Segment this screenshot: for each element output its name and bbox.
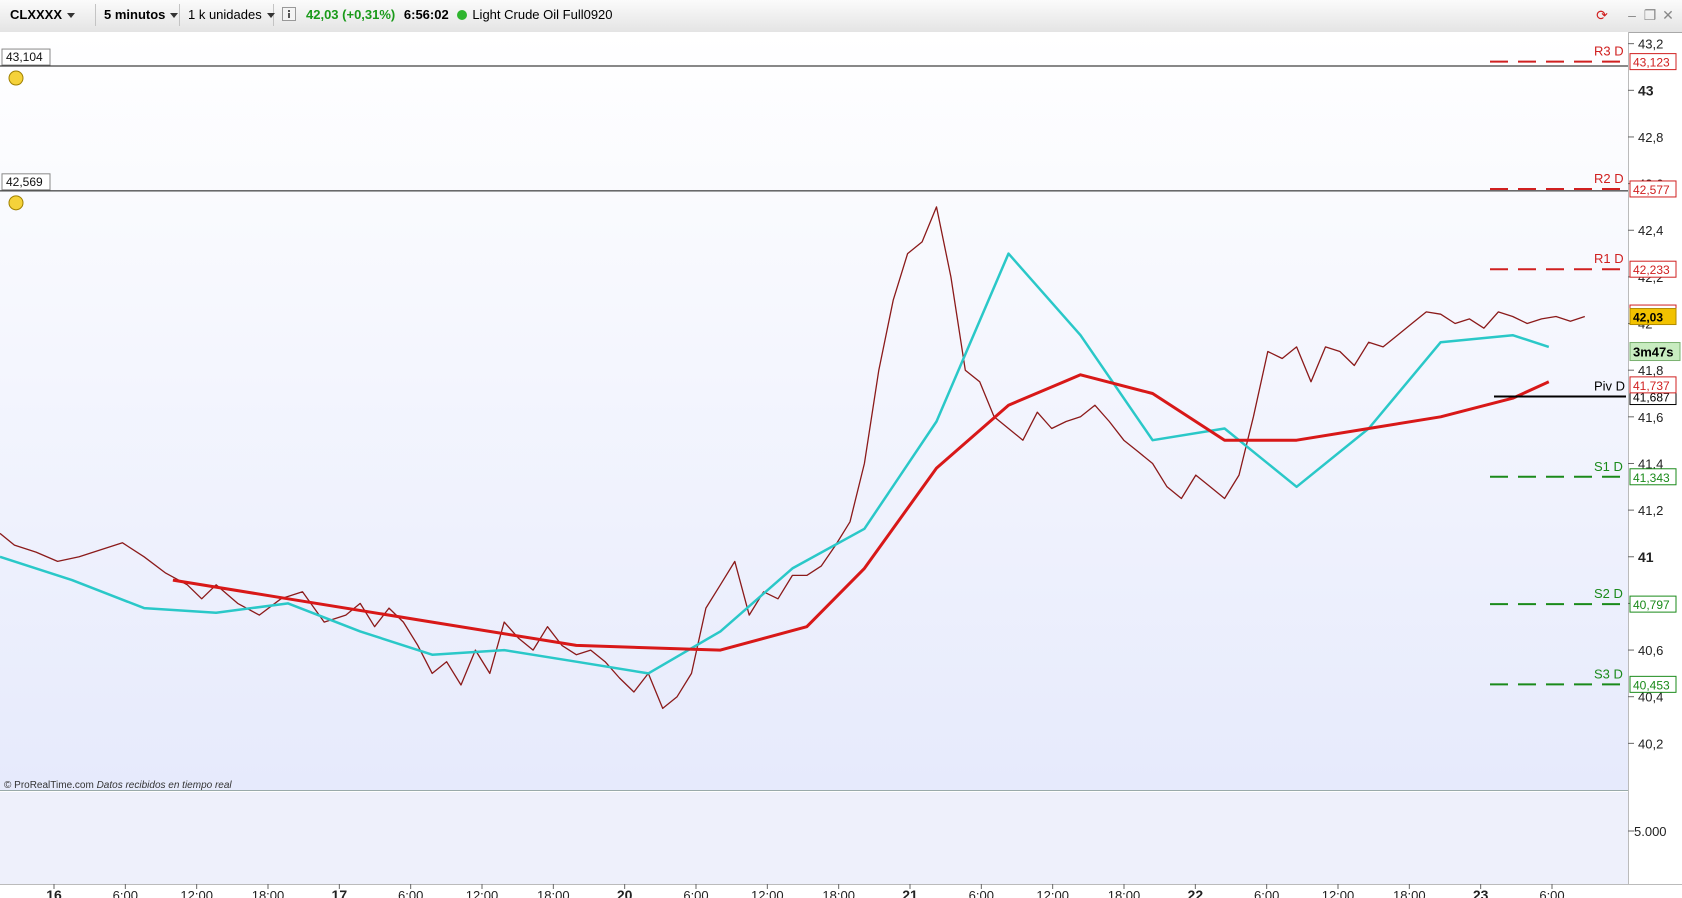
time-tick-label: 6:00 xyxy=(969,888,994,898)
live-status-icon xyxy=(457,10,468,20)
pivot-level-name: R2 D xyxy=(1594,171,1624,186)
time-tick-label: 20 xyxy=(617,887,633,898)
chevron-down-icon xyxy=(170,13,179,19)
countdown-label: 3m47s xyxy=(1633,345,1673,360)
time-tick-label: 18:00 xyxy=(1393,888,1426,898)
price-tick-label: 41,6 xyxy=(1638,410,1663,425)
time-tick-label: 21 xyxy=(902,887,918,898)
time-tick-label: 18:00 xyxy=(537,888,570,898)
time-tick-label: 12:00 xyxy=(466,888,499,898)
units-dropdown[interactable]: 1 k unidades xyxy=(182,4,275,26)
price-tick-label: 40,2 xyxy=(1638,736,1663,751)
pivot-level-name: R3 D xyxy=(1594,44,1624,59)
alert-label: 43,104 xyxy=(6,50,43,64)
price-change: 42,03 (+0,31%) xyxy=(306,7,396,22)
time-tick-label: 6:00 xyxy=(398,888,423,898)
bell-icon[interactable] xyxy=(8,195,24,211)
time-tick-label: 18:00 xyxy=(252,888,285,898)
price-tick-label: 41,8 xyxy=(1638,363,1663,378)
time-tick-label: 12:00 xyxy=(180,888,213,898)
time-tick-label: 6:00 xyxy=(113,888,138,898)
time-tick-label: 12:00 xyxy=(1322,888,1355,898)
time-tick-label: 6:00 xyxy=(683,888,708,898)
quote-time: 6:56:02 xyxy=(403,7,449,22)
time-tick-label: 22 xyxy=(1188,887,1204,898)
pivot-level-name: Piv D xyxy=(1594,379,1625,394)
price-label: 42,03 xyxy=(1633,311,1663,325)
info-icon[interactable] xyxy=(278,4,302,26)
volume-panel-background xyxy=(0,792,1628,884)
pivot-level-name: S1 D xyxy=(1594,459,1623,474)
source-credit: © ProRealTime.com Datos recibidos en tie… xyxy=(4,780,232,791)
price-tick-label: 41 xyxy=(1638,549,1654,565)
alert-label: 42,569 xyxy=(6,175,43,189)
time-tick-label: 16 xyxy=(46,887,62,898)
time-tick-label: 18:00 xyxy=(822,888,855,898)
quote-summary: 42,03 (+0,31%) 6:56:02 Light Crude Oil F… xyxy=(300,4,619,26)
pivot-price-label: 42,233 xyxy=(1633,263,1670,277)
instrument-name: Light Crude Oil Full0920 xyxy=(472,7,613,22)
restore-icon[interactable]: ❐ xyxy=(1642,7,1658,23)
time-tick-label: 17 xyxy=(332,887,348,898)
pivot-level-name: R1 D xyxy=(1594,251,1624,266)
price-tick-label: 43 xyxy=(1638,82,1654,98)
time-tick-label: 12:00 xyxy=(751,888,784,898)
pivot-level-name: S2 D xyxy=(1594,586,1623,601)
pivot-level-name: S3 D xyxy=(1594,666,1623,681)
price-label: 41,737 xyxy=(1633,379,1670,393)
chart-toolbar: CLXXXX 5 minutos 1 k unidades 42,03 (+0,… xyxy=(0,0,1682,33)
price-tick-label: 40,6 xyxy=(1638,643,1663,658)
price-tick-label: 42,8 xyxy=(1638,130,1663,145)
symbol-dropdown[interactable]: CLXXXX xyxy=(4,4,96,26)
pivot-price-label: 42,577 xyxy=(1633,183,1670,197)
price-tick-label: 41,2 xyxy=(1638,503,1663,518)
timeframe-dropdown[interactable]: 5 minutos xyxy=(98,4,180,26)
price-tick-label: 42,4 xyxy=(1638,223,1663,238)
pivot-price-label: 40,797 xyxy=(1633,598,1670,612)
pivot-price-label: 41,343 xyxy=(1633,471,1670,485)
chevron-down-icon xyxy=(67,13,76,19)
bell-icon[interactable] xyxy=(8,70,24,86)
time-tick-label: 18:00 xyxy=(1108,888,1141,898)
price-tick-label: 43,2 xyxy=(1638,37,1663,52)
pivot-price-label: 40,453 xyxy=(1633,678,1670,692)
time-tick-label: 12:00 xyxy=(1036,888,1069,898)
pivot-price-label: 43,123 xyxy=(1633,56,1670,70)
price-chart[interactable]: 43,24342,842,642,442,24241,841,641,441,2… xyxy=(0,32,1682,898)
time-tick-label: 6:00 xyxy=(1254,888,1279,898)
volume-tick-label: 5.000 xyxy=(1634,824,1667,839)
symbol-label: CLXXXX xyxy=(10,7,63,22)
info-icon-glyph xyxy=(282,7,296,21)
close-icon[interactable]: ✕ xyxy=(1660,7,1676,23)
minimize-icon[interactable]: – xyxy=(1624,7,1640,23)
chevron-down-icon xyxy=(266,13,275,19)
timeframe-label: 5 minutos xyxy=(104,7,166,22)
time-tick-label: 23 xyxy=(1473,887,1489,898)
time-tick-label: 6:00 xyxy=(1539,888,1564,898)
units-label: 1 k unidades xyxy=(188,7,262,22)
refresh-icon[interactable]: ⟳ xyxy=(1594,7,1610,23)
